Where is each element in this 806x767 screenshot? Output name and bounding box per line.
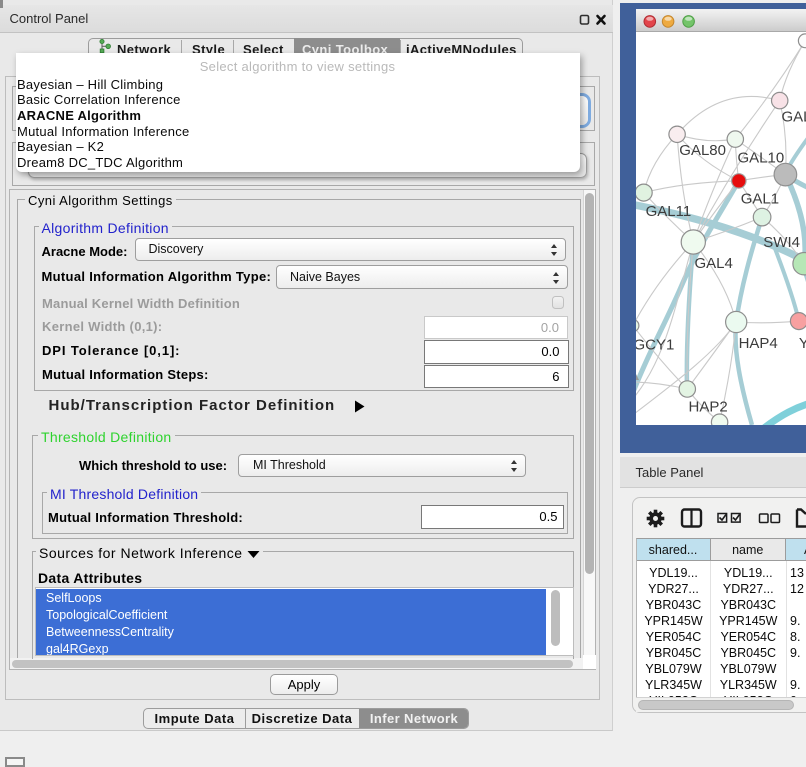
svg-text:GCY1: GCY1 — [636, 336, 674, 353]
svg-text:GAL1: GAL1 — [740, 190, 778, 207]
svg-text:GAL10: GAL10 — [737, 149, 784, 166]
svg-text:HAP4: HAP4 — [738, 335, 777, 352]
svg-text:Y: Y — [798, 335, 806, 352]
svg-text:GAL11: GAL11 — [645, 203, 691, 220]
svg-text:GAL4: GAL4 — [694, 255, 732, 272]
svg-text:HAP2: HAP2 — [688, 398, 727, 415]
svg-text:GAL80: GAL80 — [679, 141, 726, 158]
svg-text:GAL: GAL — [781, 108, 806, 125]
svg-text:SWI4: SWI4 — [763, 234, 800, 251]
